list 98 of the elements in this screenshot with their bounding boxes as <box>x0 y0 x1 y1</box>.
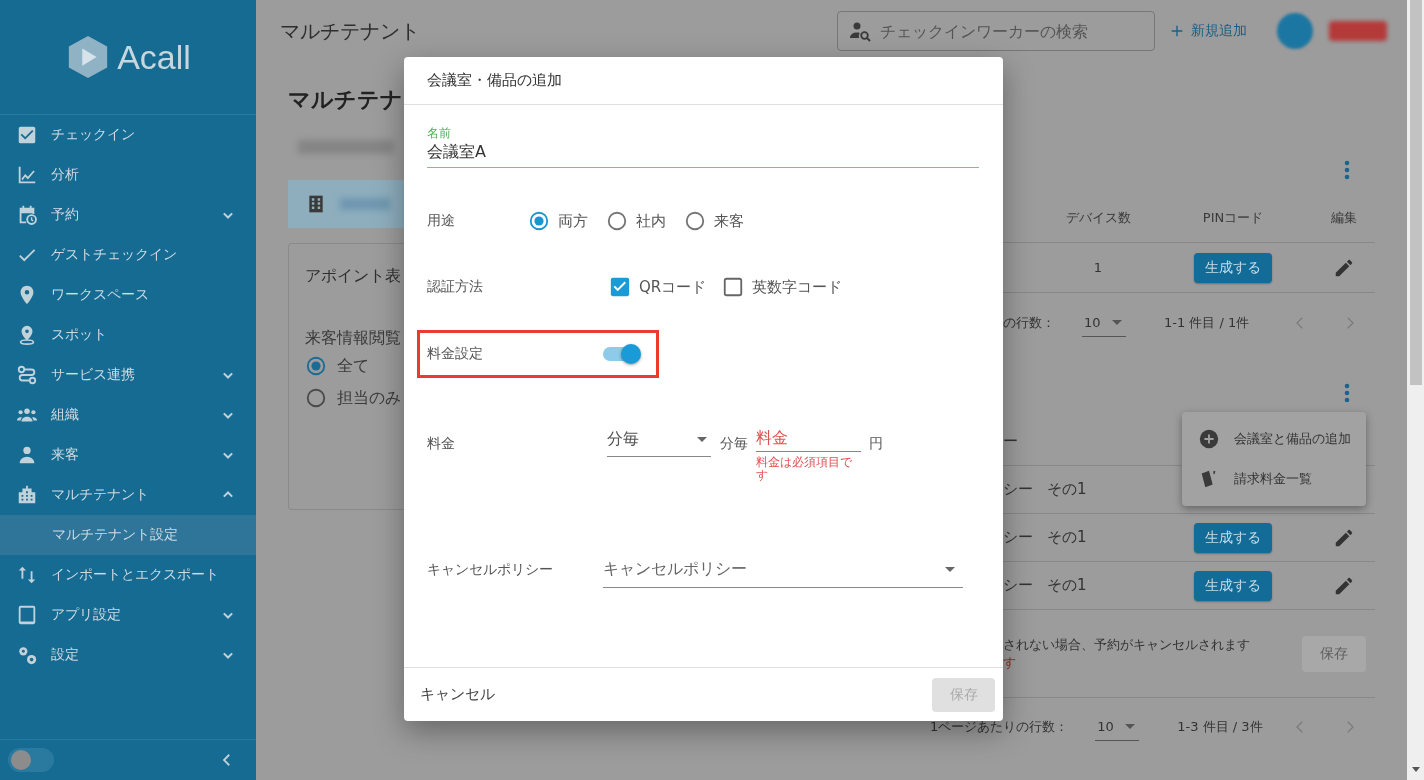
page-title: マルチテナント <box>280 17 421 45</box>
caret-icon <box>945 567 955 572</box>
tenant-chip[interactable] <box>288 180 404 228</box>
gears-icon <box>16 644 38 666</box>
nav-item[interactable]: 設定 <box>0 635 256 675</box>
policy-select[interactable]: キャンセルポリシー <box>603 552 963 588</box>
checkbox[interactable] <box>609 276 631 298</box>
radio-button[interactable] <box>305 387 327 409</box>
cancel-button[interactable]: キャンセル <box>412 679 503 710</box>
field-label: 料金 <box>427 434 456 453</box>
generate-button[interactable]: 生成する <box>1194 570 1272 601</box>
field-label: 料金設定 <box>427 345 484 363</box>
radio-button[interactable] <box>684 210 706 232</box>
rows-per-page-select[interactable]: 10 <box>1082 309 1126 337</box>
dialog-title: 会議室・備品の追加 <box>404 57 1003 105</box>
nav-item[interactable]: ワークスペース <box>0 275 256 315</box>
nav-item[interactable]: 分析 <box>0 155 256 195</box>
caret-icon <box>1125 724 1136 729</box>
building-icon <box>306 194 326 214</box>
option-label: 全て <box>337 355 369 377</box>
tablet-icon <box>16 604 38 626</box>
fee-input[interactable]: 料金 <box>756 427 856 447</box>
nav-item[interactable]: マルチテナント設定 <box>0 515 256 555</box>
caret-icon <box>1112 320 1122 325</box>
column-header: 編集 <box>1330 209 1358 227</box>
nav-item[interactable]: サービス連携 <box>0 355 256 395</box>
name-input[interactable]: 会議室A <box>427 141 967 163</box>
radio-button[interactable] <box>305 355 327 377</box>
search-input[interactable]: チェックインワーカーの検索 <box>878 20 1132 42</box>
more-options-icon[interactable] <box>1343 383 1351 403</box>
option-label: 両方 <box>558 211 588 231</box>
error-text: す <box>1003 653 1017 672</box>
currency-label: 円 <box>869 434 883 453</box>
page-range: 1-3 件目 / 3件 <box>1177 718 1263 736</box>
column-header: デバイス数 <box>1064 209 1132 227</box>
field-label: 認証方法 <box>427 278 484 296</box>
notice-text: されない場合、予約がキャンセルされます <box>1003 635 1251 654</box>
generate-button[interactable]: 生成する <box>1194 522 1272 553</box>
nav-item[interactable]: 予約 <box>0 195 256 235</box>
nav-item[interactable]: 来客 <box>0 435 256 475</box>
option-label: 来客 <box>714 211 744 231</box>
fee-field[interactable]: 料金 <box>756 423 861 452</box>
caret-icon <box>697 437 707 442</box>
field-label: 用途 <box>427 212 456 230</box>
avatar[interactable] <box>1277 13 1313 49</box>
rows-per-page-select[interactable]: 10 <box>1095 713 1140 741</box>
scrollbar[interactable] <box>1407 0 1424 780</box>
unit-select[interactable]: 分毎 <box>607 423 711 457</box>
error-message: 料金は必須項目です <box>756 456 853 482</box>
table-cell-text: シー <box>1003 480 1034 499</box>
redacted-badge <box>1329 21 1387 41</box>
radio-button[interactable] <box>606 210 628 232</box>
table-cell-text: その1 <box>1047 528 1088 547</box>
page-range: 1-1 件目 / 1件 <box>1164 314 1250 332</box>
building-icon <box>16 484 38 506</box>
nav-item[interactable]: アプリ設定 <box>0 595 256 635</box>
option-label: QRコード <box>639 277 707 297</box>
name-field[interactable]: 名前 会議室A <box>427 125 979 168</box>
redacted-text <box>340 198 390 210</box>
table-cell-text: シー <box>1003 576 1034 595</box>
route-icon <box>16 364 38 386</box>
table-cell-text: その1 <box>1047 480 1088 499</box>
column-header: ー <box>1003 431 1019 451</box>
column-header: PINコード <box>1201 209 1265 227</box>
nav-item[interactable]: インポートとエクスポート <box>0 555 256 595</box>
option-label: 担当のみ <box>337 387 401 409</box>
nav-item[interactable]: チェックイン <box>0 115 256 155</box>
radio-button[interactable] <box>528 210 550 232</box>
menu-item[interactable]: 会議室と備品の追加 <box>1182 419 1366 459</box>
toggle-switch[interactable] <box>603 347 639 361</box>
table-cell-text: その1 <box>1047 576 1088 595</box>
card-title: アポイント表 <box>305 266 402 286</box>
page-heading: マルチテナ <box>288 86 404 114</box>
logo-text: Acall <box>117 37 191 77</box>
nav-item[interactable]: スポット <box>0 315 256 355</box>
unit-label: 分毎 <box>720 434 748 453</box>
rows-per-page-label: の行数： <box>1003 314 1055 332</box>
table-cell-text: 1 <box>1092 260 1104 275</box>
search-field[interactable]: チェックインワーカーの検索 <box>837 11 1155 51</box>
add-link[interactable]: 新規追加 <box>1169 22 1247 40</box>
more-options-icon[interactable] <box>1343 160 1351 180</box>
checkbox-icon <box>16 124 38 146</box>
chart-icon <box>16 164 38 186</box>
nav-item[interactable]: マルチテナント <box>0 475 256 515</box>
nav-item[interactable]: 組織 <box>0 395 256 435</box>
option-label: 社内 <box>636 211 666 231</box>
menu-item[interactable]: 請求料金一覧 <box>1182 459 1366 499</box>
nav-item[interactable]: ゲストチェックイン <box>0 235 256 275</box>
table-cell-text: シー <box>1003 528 1034 547</box>
field-label: 来客情報閲覧 <box>305 328 402 348</box>
checkbox[interactable] <box>722 276 745 298</box>
toggle-switch[interactable] <box>8 748 54 772</box>
plus-icon <box>1169 23 1185 39</box>
option-label: 英数字コード <box>752 277 843 297</box>
plus-circle-icon <box>1198 428 1220 450</box>
field-label: キャンセルポリシー <box>427 561 554 579</box>
generate-button[interactable]: 生成する <box>1194 252 1272 283</box>
rows-per-page-label: 1ページあたりの行数： <box>930 718 1069 736</box>
